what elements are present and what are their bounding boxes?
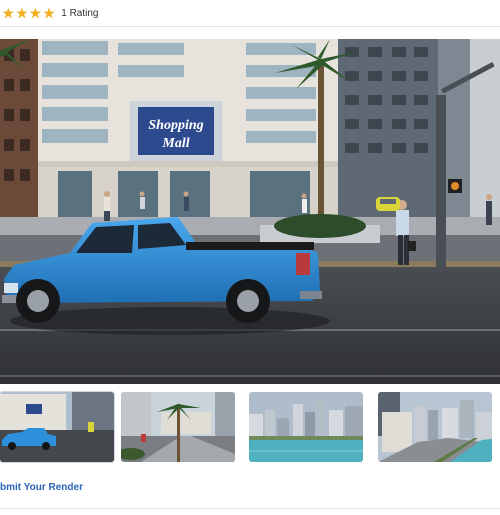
star-rating[interactable]: ★ ★ ★ ★ [2, 6, 55, 20]
star-icon: ★ [15, 5, 29, 21]
main-render-image: Shopping Mall [0, 39, 500, 384]
rating-bar: ★ ★ ★ ★ 1 Rating [0, 0, 500, 26]
star-icon: ★ [42, 5, 56, 21]
thumbnail-truck-mall[interactable] [0, 392, 114, 462]
thumbnail-strip [0, 392, 500, 462]
star-icon: ★ [29, 5, 42, 21]
thumbnail-street-palms[interactable] [121, 392, 235, 462]
thumbnail-city-water[interactable] [249, 392, 363, 462]
rating-count: 1 Rating [61, 7, 99, 19]
thumbnail-waterfront-road[interactable] [378, 392, 492, 462]
sign-text-line2: Mall [161, 136, 189, 151]
divider [0, 26, 500, 27]
star-icon: ★ [2, 5, 15, 21]
submit-render-link[interactable]: bmit Your Render [0, 482, 83, 493]
divider [0, 508, 500, 509]
sign-text-line1: Shopping [148, 118, 203, 133]
